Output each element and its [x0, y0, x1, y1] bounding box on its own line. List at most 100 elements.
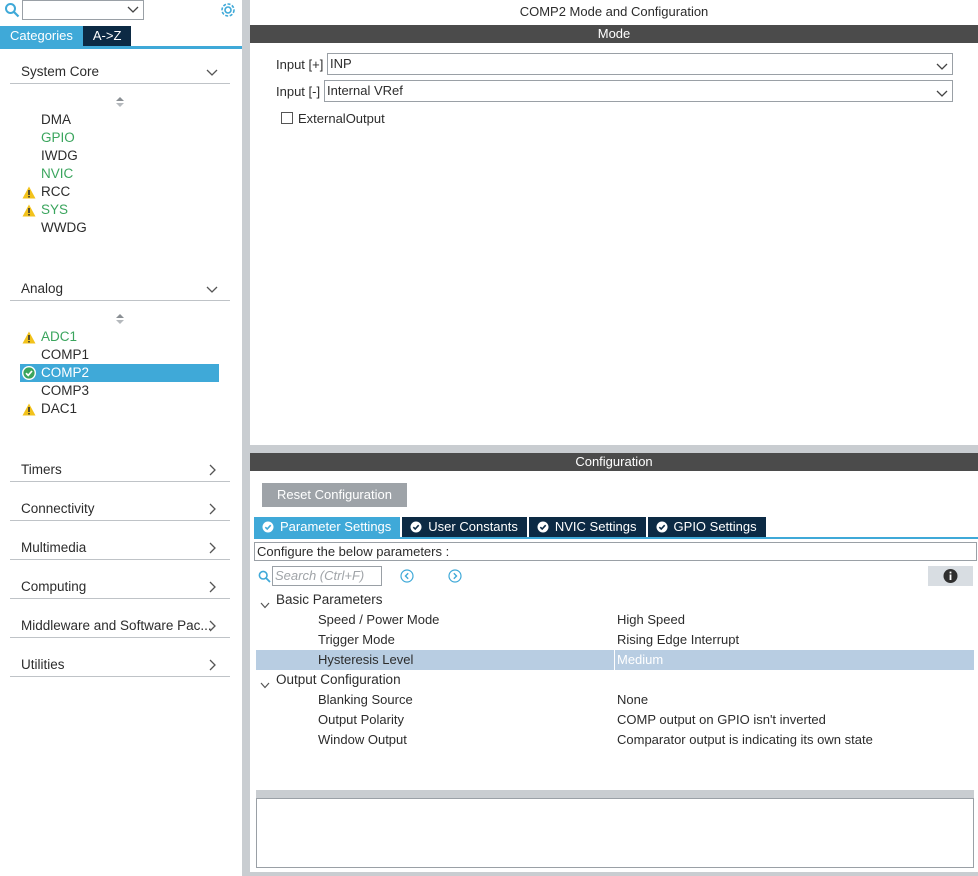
category-label: Analog [21, 281, 64, 296]
list-item-comp3[interactable]: COMP3 [41, 382, 89, 400]
tab-gpio-settings[interactable]: GPIO Settings [647, 517, 766, 537]
param-value[interactable]: Comparator output is indicating its own … [617, 730, 873, 750]
category-analog[interactable]: Analog [10, 277, 230, 301]
chevron-right-icon[interactable] [208, 581, 218, 596]
list-item-dac1[interactable]: DAC1 [41, 400, 77, 418]
reset-configuration-button[interactable]: Reset Configuration [262, 483, 407, 507]
chevron-right-icon[interactable] [208, 464, 218, 479]
list-item-adc1[interactable]: ADC1 [41, 328, 77, 346]
warning-icon [22, 204, 36, 217]
chevron-down-icon[interactable] [936, 85, 948, 105]
list-item-dma[interactable]: DMA [41, 111, 71, 129]
category-label: Multimedia [21, 540, 87, 555]
param-row[interactable]: Trigger Mode Rising Edge Interrupt [256, 630, 974, 650]
category-timers[interactable]: Timers [10, 458, 230, 482]
column-divider [614, 650, 615, 670]
param-row[interactable]: Window Output Comparator output is indic… [256, 730, 974, 750]
param-name: Speed / Power Mode [318, 612, 440, 627]
group-output-configuration[interactable]: Output Configuration [256, 670, 974, 690]
chevron-down-icon[interactable] [206, 66, 218, 81]
check-circle-icon [537, 521, 549, 533]
category-computing[interactable]: Computing [10, 575, 230, 599]
input-minus-label: Input [-] [276, 84, 321, 99]
param-value[interactable]: High Speed [617, 610, 685, 630]
input-plus-select[interactable]: INP [327, 53, 953, 75]
list-item-wwdg[interactable]: WWDG [41, 219, 87, 237]
chevron-right-icon[interactable] [208, 503, 218, 518]
param-row[interactable]: Blanking Source None [256, 690, 974, 710]
panel-splitter[interactable] [242, 0, 250, 876]
group-basic-parameters[interactable]: Basic Parameters [256, 590, 974, 610]
list-item-comp2[interactable]: COMP2 [41, 364, 89, 382]
category-utilities[interactable]: Utilities [10, 653, 230, 677]
group-label: Output Configuration [276, 672, 401, 687]
tab-label: Parameter Settings [280, 519, 392, 534]
chevron-down-icon[interactable] [127, 3, 139, 18]
param-row[interactable]: Output Polarity COMP output on GPIO isn'… [256, 710, 974, 730]
category-system-core[interactable]: System Core [10, 60, 230, 84]
search-next-icon[interactable] [448, 569, 462, 583]
input-minus-select[interactable]: Internal VRef [324, 80, 953, 102]
category-connectivity[interactable]: Connectivity [10, 497, 230, 521]
param-name: Output Polarity [318, 712, 404, 727]
info-icon [943, 569, 958, 583]
chevron-right-icon[interactable] [208, 542, 218, 557]
chevron-right-icon[interactable] [208, 620, 218, 635]
config-tabs: Parameter Settings User Constants NVIC S… [254, 517, 768, 537]
tab-a-to-z[interactable]: A->Z [82, 26, 132, 46]
panel-splitter[interactable] [250, 445, 978, 453]
list-item-iwdg[interactable]: IWDG [41, 147, 78, 165]
category-label: System Core [21, 64, 100, 79]
config-description: Configure the below parameters : [254, 542, 977, 561]
external-output-label: ExternalOutput [298, 111, 385, 126]
component-search-combo[interactable] [22, 0, 144, 20]
list-item-nvic[interactable]: NVIC [41, 165, 73, 183]
search-icon[interactable] [258, 570, 271, 583]
tabs-underline [0, 46, 242, 49]
list-item-sys[interactable]: SYS [41, 201, 68, 219]
category-middleware[interactable]: Middleware and Software Pac... [10, 614, 230, 638]
param-row[interactable]: Speed / Power Mode High Speed [256, 610, 974, 630]
configuration-header: Configuration [250, 453, 978, 471]
check-circle-icon [262, 521, 274, 533]
left-tabs: Categories A->Z [0, 26, 132, 46]
chevron-down-icon[interactable] [206, 283, 218, 298]
mode-header: Mode [250, 25, 978, 43]
tab-nvic-settings[interactable]: NVIC Settings [528, 517, 646, 537]
warning-icon [22, 186, 36, 199]
warning-icon [22, 331, 36, 344]
param-name: Hysteresis Level [318, 652, 414, 667]
info-button[interactable] [928, 566, 973, 586]
tab-label: GPIO Settings [673, 519, 757, 534]
parameter-search-input[interactable]: Search (Ctrl+F) [272, 566, 382, 586]
check-circle-icon [21, 365, 37, 381]
category-label: Utilities [21, 657, 65, 672]
search-icon[interactable] [4, 2, 20, 18]
param-value[interactable]: Medium [617, 650, 663, 670]
param-value[interactable]: Rising Edge Interrupt [617, 630, 739, 650]
left-panel: Categories A->Z System Core DMA GPIO IWD… [0, 0, 242, 876]
input-minus-value: Internal VRef [327, 83, 403, 98]
search-previous-icon[interactable] [400, 569, 414, 583]
chevron-right-icon[interactable] [208, 659, 218, 674]
list-item-comp1[interactable]: COMP1 [41, 346, 89, 364]
category-multimedia[interactable]: Multimedia [10, 536, 230, 560]
bottom-border [250, 872, 978, 876]
external-output-checkbox[interactable] [281, 112, 293, 124]
param-value[interactable]: None [617, 690, 648, 710]
input-plus-value: INP [330, 56, 352, 71]
chevron-down-icon[interactable] [936, 58, 948, 78]
panel-splitter[interactable] [256, 790, 974, 798]
main-panel: COMP2 Mode and Configuration Mode Input … [250, 0, 978, 876]
tab-parameter-settings[interactable]: Parameter Settings [254, 517, 401, 537]
list-item-gpio[interactable]: GPIO [41, 129, 75, 147]
param-name: Blanking Source [318, 692, 413, 707]
param-row-selected[interactable]: Hysteresis Level Medium [256, 650, 974, 670]
tab-categories[interactable]: Categories [0, 26, 83, 46]
param-value[interactable]: COMP output on GPIO isn't inverted [617, 710, 826, 730]
category-label: Computing [21, 579, 87, 594]
tab-label: User Constants [428, 519, 518, 534]
gear-icon[interactable] [219, 1, 237, 19]
list-item-rcc[interactable]: RCC [41, 183, 70, 201]
tab-user-constants[interactable]: User Constants [402, 517, 527, 537]
